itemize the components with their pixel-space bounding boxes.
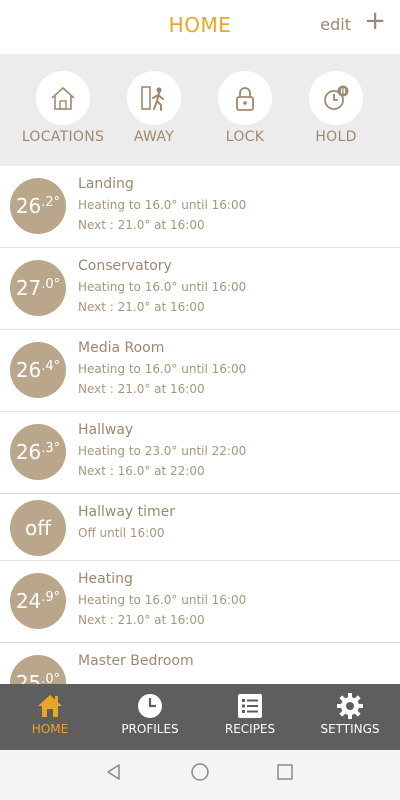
- temp-off-text: off: [24, 516, 51, 540]
- nav-home[interactable]: HOME: [0, 684, 100, 750]
- temperature-badge: 26.4°: [10, 342, 66, 398]
- temp-decimal: .0°: [41, 277, 61, 292]
- zone-row-hallway[interactable]: 26.3° Hallway Heating to 23.0° until 22:…: [0, 412, 400, 494]
- temperature-badge: 26.2°: [10, 178, 66, 234]
- zone-status: Off until 16:00: [78, 526, 165, 540]
- temp-integer: 26: [15, 440, 42, 464]
- system-nav-bar: [0, 750, 400, 800]
- zone-next: Next : 16.0° at 22:00: [78, 464, 205, 478]
- add-button[interactable]: +: [364, 8, 386, 34]
- home-outline-icon: [51, 86, 75, 110]
- temp-integer: 27: [15, 276, 42, 300]
- zone-name: Heating: [78, 571, 133, 587]
- recents-square-icon[interactable]: [275, 762, 295, 782]
- away-circle: [127, 71, 181, 125]
- zone-row-media-room[interactable]: 26.4° Media Room Heating to 16.0° until …: [0, 330, 400, 412]
- zone-name: Master Bedroom: [78, 653, 194, 669]
- hold-circle: [309, 71, 363, 125]
- zone-status: Heating to 16.0° until 16:00: [78, 593, 247, 607]
- temp-integer: 25: [15, 671, 42, 684]
- zone-name: Landing: [78, 176, 134, 192]
- zone-status: Heating to 16.0° until 16:00: [78, 280, 247, 294]
- hold-button[interactable]: HOLD: [286, 54, 386, 166]
- zone-next: Next : 21.0° at 16:00: [78, 382, 205, 396]
- temp-decimal: .2°: [41, 195, 61, 210]
- quick-actions-bar: LOCATIONS AWAY LOCK HOLD: [0, 54, 400, 166]
- person-exit-icon: [141, 86, 164, 111]
- temperature-badge: off: [10, 500, 66, 556]
- zone-status: Heating to 16.0° until 16:00: [78, 362, 247, 376]
- temperature-badge: 24.9°: [10, 573, 66, 629]
- nav-settings[interactable]: SETTINGS: [300, 684, 400, 750]
- zone-status: Heating to 16.0° until 16:00: [78, 198, 247, 212]
- zone-status: Heating to 23.0° until 22:00: [78, 444, 247, 458]
- lock-circle: [218, 71, 272, 125]
- clock-icon: [138, 694, 162, 718]
- temperature-badge: 25.0°: [10, 655, 66, 684]
- list-icon: [238, 694, 262, 718]
- temp-decimal: .4°: [41, 359, 61, 374]
- zone-next: Next : 21.0° at 16:00: [78, 218, 205, 232]
- clock-pause-icon: [324, 85, 349, 110]
- temp-integer: 26: [15, 358, 42, 382]
- zone-row-hallway-timer[interactable]: off Hallway timer Off until 16:00: [0, 494, 400, 561]
- temp-integer: 26: [15, 194, 42, 218]
- temp-integer: 24: [15, 589, 42, 613]
- home-circle-icon[interactable]: [190, 762, 210, 782]
- edit-button[interactable]: edit: [320, 15, 351, 34]
- back-icon[interactable]: [104, 762, 124, 782]
- zone-row-conservatory[interactable]: 27.0° Conservatory Heating to 16.0° unti…: [0, 248, 400, 330]
- padlock-icon: [236, 87, 254, 111]
- nav-profiles[interactable]: PROFILES: [100, 684, 200, 750]
- zone-name: Media Room: [78, 340, 165, 356]
- hold-label: HOLD: [315, 129, 357, 145]
- temperature-badge: 26.3°: [10, 424, 66, 480]
- gear-icon: [337, 693, 363, 719]
- zone-row-master-bedroom[interactable]: 25.0° Master Bedroom: [0, 643, 400, 684]
- app-header: HOME edit +: [0, 0, 400, 54]
- lock-button[interactable]: LOCK: [195, 54, 295, 166]
- zone-name: Conservatory: [78, 258, 172, 274]
- locations-button[interactable]: LOCATIONS: [13, 54, 113, 166]
- home-icon: [38, 695, 62, 717]
- zone-next: Next : 21.0° at 16:00: [78, 300, 205, 314]
- zone-name: Hallway timer: [78, 504, 176, 520]
- nav-settings-label: SETTINGS: [320, 722, 380, 736]
- temp-decimal: .3°: [41, 441, 61, 456]
- temp-decimal: .0°: [41, 672, 61, 684]
- zone-row-landing[interactable]: 26.2° Landing Heating to 16.0° until 16:…: [0, 166, 400, 248]
- zone-row-heating[interactable]: 24.9° Heating Heating to 16.0° until 16:…: [0, 561, 400, 643]
- away-button[interactable]: AWAY: [104, 54, 204, 166]
- temp-decimal: .9°: [41, 590, 61, 605]
- nav-recipes[interactable]: RECIPES: [200, 684, 300, 750]
- locations-circle: [36, 71, 90, 125]
- zone-list: 26.2° Landing Heating to 16.0° until 16:…: [0, 166, 400, 684]
- bottom-nav: HOME PROFILES RECIPES SETTINGS: [0, 684, 400, 750]
- zone-name: Hallway: [78, 422, 134, 438]
- temperature-badge: 27.0°: [10, 260, 66, 316]
- zone-next: Next : 21.0° at 16:00: [78, 613, 205, 627]
